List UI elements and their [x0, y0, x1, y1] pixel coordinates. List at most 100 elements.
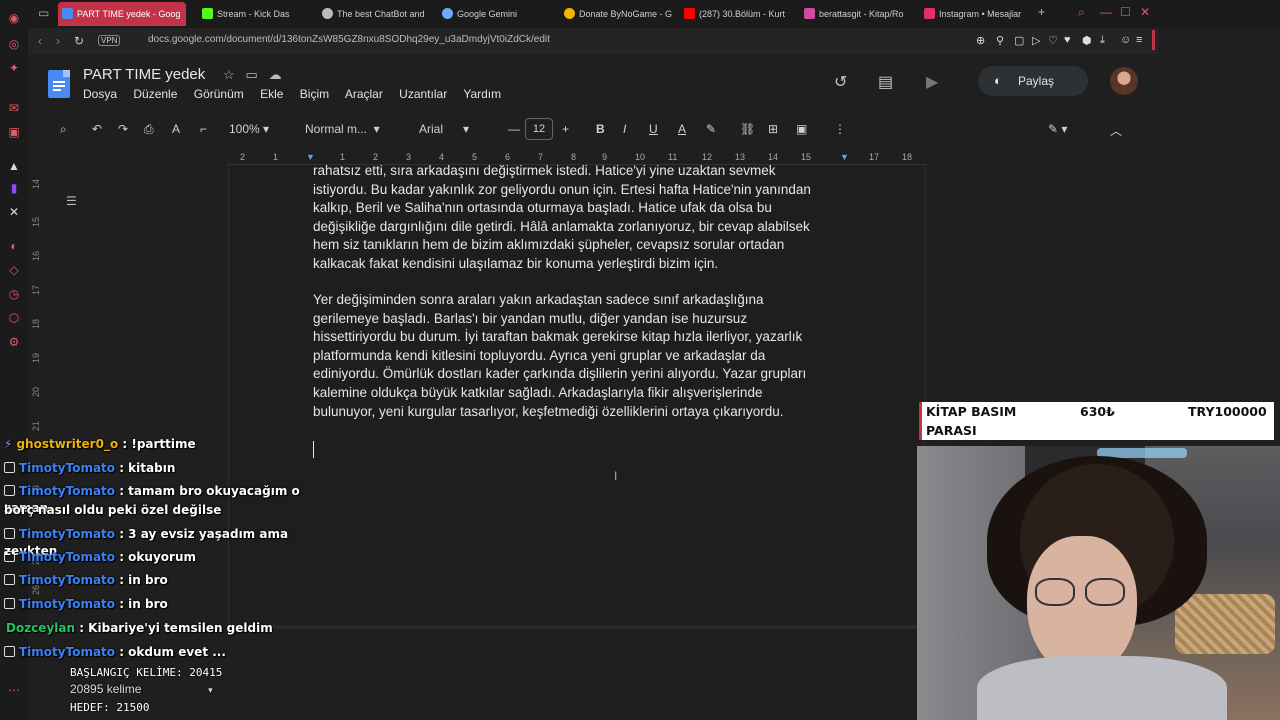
download-icon[interactable]: ⤓ — [1100, 34, 1105, 47]
back-icon[interactable]: ‹ — [38, 34, 42, 48]
zoom-value: 100% — [229, 122, 260, 136]
goal-current-amount: 630₺ — [1080, 404, 1115, 419]
url-field[interactable]: docs.google.com/document/d/136tonZsW85GZ… — [148, 34, 550, 45]
image-icon[interactable]: ▣ — [796, 122, 807, 136]
redo-icon[interactable]: ↷ — [118, 122, 128, 136]
decrease-font-icon[interactable]: — — [508, 122, 520, 136]
tab-chatbot[interactable]: The best ChatBot and — [318, 2, 428, 26]
font-size-input[interactable]: 12 — [525, 118, 553, 140]
version-history-icon[interactable]: ↺ — [834, 72, 847, 92]
play-icon[interactable]: ▷ — [1032, 34, 1040, 47]
docs-logo-icon[interactable] — [48, 70, 70, 98]
avatar[interactable] — [1110, 67, 1138, 95]
player-icon[interactable]: ◐ — [6, 238, 22, 254]
minimize-icon[interactable]: — — [1100, 5, 1112, 19]
formatting-toolbar: ⌕ ↶ ↷ ⎙ A ⌐ 100% ▾ Normal m... ▾ Arial ▾… — [38, 114, 1138, 144]
tab-kick[interactable]: Stream - Kick Das — [198, 2, 306, 26]
document-title[interactable]: PART TIME yedek — [83, 66, 205, 83]
editing-mode-icon[interactable]: ✎ ▾ — [1048, 122, 1067, 136]
share-button[interactable]: ◐ Paylaş — [978, 66, 1088, 96]
aria-icon[interactable]: ◎ — [6, 36, 22, 52]
chat-username: TimotyTomato — [19, 461, 116, 475]
search-tabs-icon[interactable]: ⌕ — [1078, 5, 1085, 20]
move-folder-icon[interactable]: ▭ — [246, 67, 258, 82]
messenger-icon[interactable]: ✉ — [6, 100, 22, 116]
right-indent-marker-icon[interactable]: ▼ — [840, 152, 849, 162]
document-page[interactable]: rahatsız etti, sıra arkadaşını değiştirm… — [228, 165, 925, 625]
instagram-favicon-icon — [924, 8, 935, 19]
menu-uzantilar[interactable]: Uzantılar — [399, 87, 447, 101]
vpn-badge[interactable]: VPN — [98, 35, 121, 46]
pin-icon[interactable]: ◇ — [6, 262, 22, 278]
reload-icon[interactable]: ↻ — [74, 34, 84, 48]
kick-icon[interactable]: ▲ — [6, 158, 22, 174]
paragraph: Yer değişiminden sonra araları yakın ark… — [313, 291, 843, 421]
current-word-count: 20895 kelime — [70, 682, 142, 696]
history-icon[interactable]: ◷ — [6, 286, 22, 302]
close-icon[interactable]: ✕ — [1140, 5, 1150, 19]
tab-bar: ▭ PART TIME yedek - Goog Stream - Kick D… — [28, 0, 1280, 28]
browser-menu-icon[interactable]: ≡ — [1136, 34, 1142, 46]
subscriber-badge-icon — [4, 646, 15, 657]
forward-icon[interactable]: › — [56, 34, 60, 48]
x-icon[interactable]: ✕ — [6, 204, 22, 220]
menu-ekle[interactable]: Ekle — [260, 87, 283, 101]
menu-dosya[interactable]: Dosya — [83, 87, 117, 101]
profile-icon[interactable]: ☺ — [1120, 34, 1131, 46]
collapse-menus-icon[interactable]: ︿ — [1110, 122, 1122, 139]
style-select[interactable]: Normal m... ▾ — [305, 122, 380, 136]
opera-menu-icon[interactable]: ◉ — [6, 10, 22, 26]
menu-bicim[interactable]: Biçim — [300, 87, 329, 101]
menu-gorunum[interactable]: Görünüm — [194, 87, 244, 101]
pin-page-icon[interactable]: ⚲ — [996, 34, 1004, 47]
text-line: kalkıp, Beril ve Saliha'nın ortasında ot… — [313, 200, 772, 216]
more-icon[interactable]: ⋯ — [6, 682, 22, 698]
underline-icon[interactable]: U — [649, 122, 658, 136]
mail-icon[interactable]: ▣ — [6, 124, 22, 140]
menu-yardim[interactable]: Yardım — [463, 87, 501, 101]
star-icon[interactable]: ☆ — [223, 67, 235, 82]
bold-icon[interactable]: B — [596, 122, 605, 136]
link-icon[interactable]: ⛓ — [740, 122, 755, 136]
menu-araclar[interactable]: Araçlar — [345, 87, 383, 101]
tab-wattpad[interactable]: berattasgit - Kitap/Ro — [800, 2, 912, 26]
tab-gemini[interactable]: Google Gemini — [438, 2, 548, 26]
highlight-icon[interactable]: ✎ — [706, 122, 716, 136]
comments-icon[interactable]: ▤ — [878, 72, 893, 92]
font-select[interactable]: Arial ▾ — [419, 122, 469, 136]
print-icon[interactable]: ⎙ — [144, 122, 154, 137]
tab-instagram[interactable]: Instagram • Mesajlar — [920, 2, 1032, 26]
more-options-icon[interactable]: ⋮ — [834, 122, 846, 136]
maximize-icon[interactable]: ☐ — [1120, 5, 1131, 19]
text-line: bulunuyor, yeni kurgular tasarlıyor, keş… — [313, 403, 784, 419]
tab-youtube[interactable]: (287) 30.Bölüm - Kurt — [680, 2, 790, 26]
zoom-icon[interactable]: ⊕ — [976, 34, 985, 47]
tab-label: Donate ByNoGame - G — [579, 9, 672, 19]
tab-docs[interactable]: PART TIME yedek - Goog — [58, 2, 186, 26]
spellcheck-icon[interactable]: A — [172, 122, 180, 136]
paint-format-icon[interactable]: ⌐ — [200, 122, 207, 136]
meet-icon[interactable]: ▶ — [926, 72, 938, 92]
extensions-icon[interactable]: ⬡ — [6, 310, 22, 326]
search-menus-icon[interactable]: ⌕ — [60, 122, 67, 137]
new-tab-icon[interactable]: + — [1038, 5, 1045, 19]
outline-icon[interactable]: ☰ — [66, 194, 77, 208]
current-word-count-row[interactable]: 20895 kelime ▾ — [70, 681, 222, 699]
twitch-icon[interactable]: ▮ — [6, 180, 22, 196]
tab-list-icon[interactable]: ▭ — [38, 6, 49, 20]
bookmark-icon[interactable]: ♡ — [1048, 34, 1058, 47]
tab-donate[interactable]: Donate ByNoGame - G — [560, 2, 672, 26]
settings-icon[interactable]: ⚙ — [6, 334, 22, 350]
comment-add-icon[interactable]: ⊞ — [768, 122, 778, 136]
ai-icon[interactable]: ✦ — [6, 60, 22, 76]
heart-icon[interactable]: ♥ — [1064, 34, 1071, 46]
indent-marker-icon[interactable]: ▼ — [306, 152, 315, 162]
undo-icon[interactable]: ↶ — [92, 122, 102, 136]
zoom-select[interactable]: 100% ▾ — [229, 122, 269, 136]
text-color-icon[interactable]: A — [678, 122, 686, 136]
snapshot-icon[interactable]: ▢ — [1014, 34, 1024, 47]
italic-icon[interactable]: I — [623, 122, 626, 136]
increase-font-icon[interactable]: + — [562, 122, 569, 136]
menu-duzenle[interactable]: Düzenle — [133, 87, 177, 101]
extensions-puzzle-icon[interactable]: ⬢ — [1082, 34, 1092, 47]
